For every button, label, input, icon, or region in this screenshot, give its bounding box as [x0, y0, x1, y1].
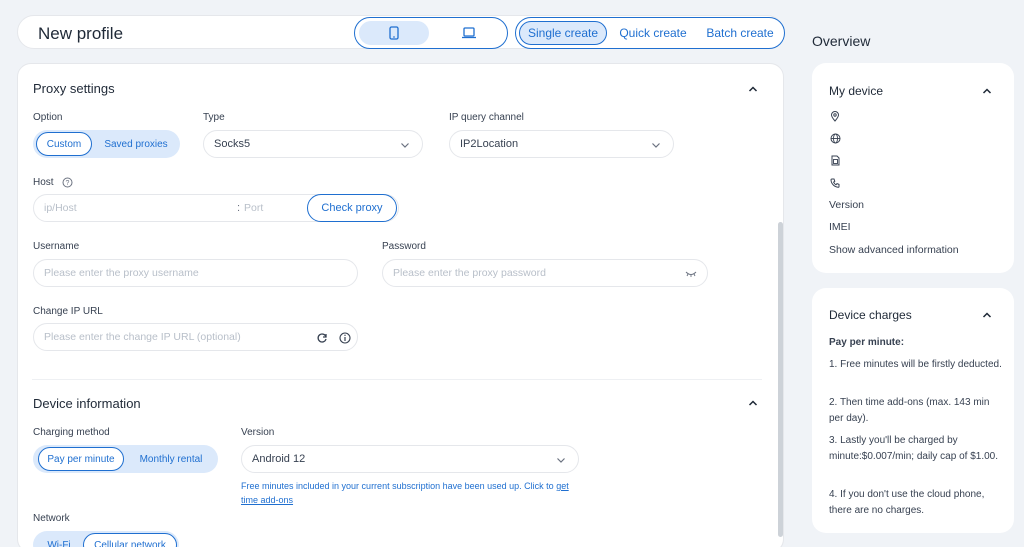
charge-item: 3. Lastly you'll be charged by minute:$0…	[829, 435, 998, 462]
password-field	[382, 259, 708, 287]
host-input[interactable]	[44, 202, 234, 214]
proxy-type-select[interactable]: Socks5	[203, 130, 423, 158]
type-label: Type	[203, 112, 225, 123]
device-charges-title: Device charges	[829, 308, 912, 322]
tab-batch-create[interactable]: Batch create	[698, 21, 782, 45]
change-ip-input[interactable]	[44, 331, 304, 343]
chevron-down-icon	[557, 458, 565, 463]
change-ip-field	[33, 323, 358, 351]
username-field	[33, 259, 358, 287]
device-information-title: Device information	[33, 396, 141, 411]
profile-form-panel: Proxy settings Option Custom Saved proxi…	[17, 63, 784, 547]
host-label: Host	[33, 177, 54, 188]
charge-item: 1. Free minutes will be firstly deducted…	[829, 359, 1002, 370]
password-label: Password	[382, 241, 426, 252]
charging-monthly-rental[interactable]: Monthly rental	[127, 447, 215, 471]
network-cellular[interactable]: Cellular network	[83, 533, 177, 547]
help-icon[interactable]: ?	[62, 177, 73, 188]
collapse-device-icon[interactable]	[748, 398, 758, 408]
my-device-title: My device	[829, 84, 884, 98]
create-mode-tabs: Single create Quick create Batch create	[515, 17, 785, 49]
username-input[interactable]	[44, 267, 357, 279]
proxy-type-value: Socks5	[214, 138, 251, 150]
chevron-down-icon	[401, 143, 409, 148]
subscription-note: Free minutes included in your current su…	[241, 479, 586, 507]
scrollbar[interactable]	[778, 222, 783, 537]
ip-query-select[interactable]: IP2Location	[449, 130, 674, 158]
collapse-my-device-icon[interactable]	[982, 86, 992, 96]
imei-row: IMEI	[829, 221, 851, 233]
ip-query-label: IP query channel	[449, 112, 524, 123]
device-charges-card: Device charges Pay per minute: 1. Free m…	[812, 288, 1014, 533]
network-label: Network	[33, 513, 70, 524]
pay-per-minute-heading: Pay per minute:	[829, 337, 905, 348]
port-separator: :	[237, 202, 241, 214]
charging-method-toggle: Pay per minute Monthly rental	[33, 445, 218, 473]
network-toggle: Wi-Fi Cellular network	[33, 531, 179, 547]
info-icon[interactable]	[339, 332, 351, 344]
globe-icon	[830, 133, 841, 144]
port-input[interactable]	[244, 202, 304, 214]
version-select[interactable]: Android 12	[241, 445, 579, 473]
username-label: Username	[33, 241, 80, 252]
charge-item: 2. Then time add-ons (max. 143 min per d…	[829, 397, 990, 424]
top-bar: New profile Single create Quick create B…	[17, 15, 785, 49]
password-input[interactable]	[393, 267, 707, 279]
check-proxy-button[interactable]: Check proxy	[307, 194, 397, 222]
my-device-card: My device Version IMEI Show advanced inf…	[812, 63, 1014, 273]
charging-pay-per-minute[interactable]: Pay per minute	[38, 447, 124, 471]
device-type-toggle	[354, 17, 508, 49]
desktop-device-button[interactable]	[435, 21, 503, 45]
show-advanced-link[interactable]: Show advanced information	[829, 244, 959, 256]
tab-quick-create[interactable]: Quick create	[610, 21, 696, 45]
version-row: Version	[829, 199, 865, 211]
proxy-option-toggle: Custom Saved proxies	[33, 130, 180, 158]
charging-method-label: Charging method	[33, 427, 110, 438]
page-title: New profile	[38, 24, 124, 43]
phone-icon	[830, 178, 840, 188]
charge-item: 4. If you don't use the cloud phone, the…	[829, 489, 985, 516]
eye-closed-icon[interactable]	[685, 270, 697, 277]
network-wifi[interactable]: Wi-Fi	[37, 533, 81, 547]
laptop-icon	[462, 27, 476, 39]
subscription-note-text: Free minutes included in your current su…	[241, 481, 554, 491]
svg-text:?: ?	[66, 180, 70, 187]
phone-icon	[389, 26, 399, 40]
refresh-icon[interactable]	[316, 332, 328, 344]
option-saved-proxies[interactable]: Saved proxies	[95, 132, 177, 156]
sim-card-icon	[831, 155, 840, 166]
proxy-settings-title: Proxy settings	[33, 81, 115, 96]
location-pin-icon	[830, 111, 840, 122]
phone-device-button[interactable]	[359, 21, 429, 45]
option-label: Option	[33, 112, 63, 123]
collapse-charges-icon[interactable]	[982, 310, 992, 320]
tab-single-create[interactable]: Single create	[519, 21, 607, 45]
ip-query-value: IP2Location	[460, 138, 519, 150]
change-ip-label: Change IP URL	[33, 306, 103, 317]
chevron-down-icon	[652, 143, 660, 148]
section-divider	[32, 379, 762, 380]
overview-title: Overview	[812, 33, 871, 49]
version-value: Android 12	[252, 453, 306, 465]
version-label: Version	[241, 427, 275, 438]
option-custom[interactable]: Custom	[36, 132, 92, 156]
collapse-proxy-icon[interactable]	[748, 84, 758, 94]
